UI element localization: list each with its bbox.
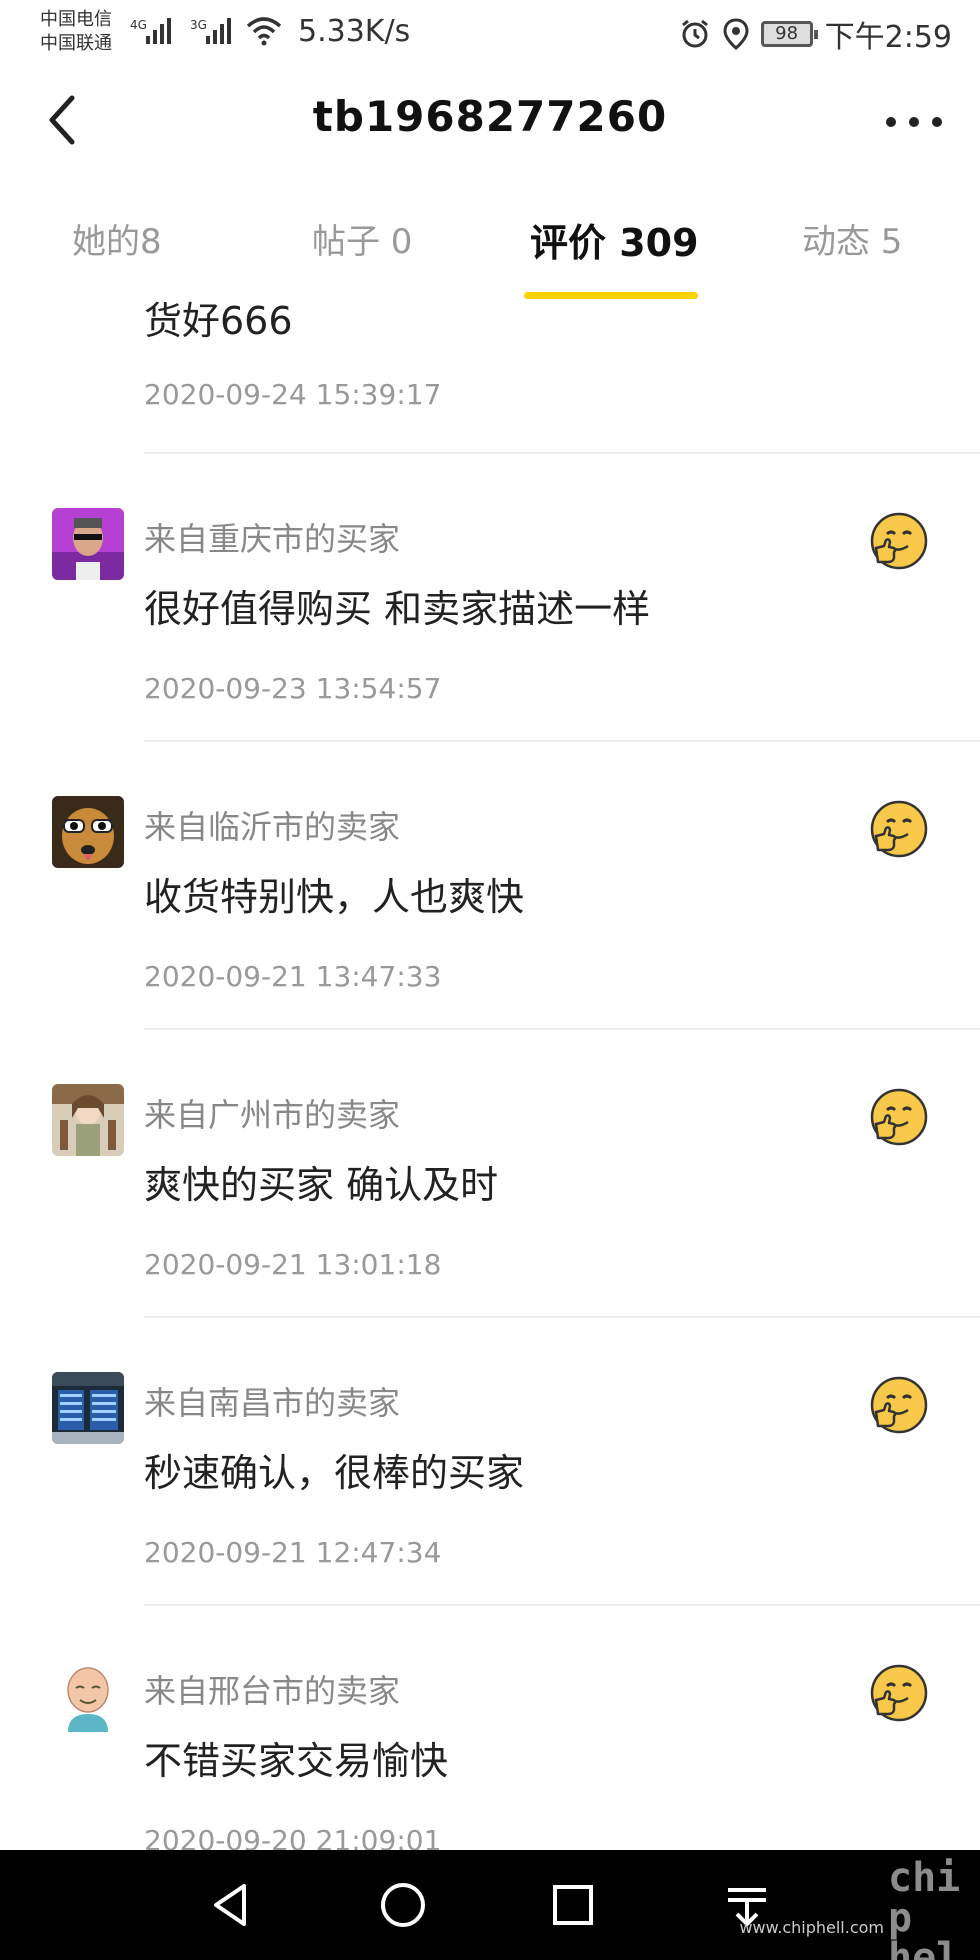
list-item: 来自邢台市的卖家 不错买家交易愉快 2020-09-20 21:09:01 [0,1660,980,1850]
review-content: 很好值得购买 和卖家描述一样 [144,587,651,631]
wifi-icon [246,17,282,46]
list-item: 来自重庆市的买家 很好值得购买 和卖家描述一样 2020-09-23 13:54… [0,508,980,796]
square-recent-icon[interactable] [548,1880,598,1930]
divider [144,452,980,454]
carrier-names: 中国电信 中国联通 [40,8,112,56]
review-content: 不错买家交易愉快 [144,1739,449,1783]
reviewer-location: 来自临沂市的卖家 [144,808,401,846]
signal-type-2: 3G [190,18,207,32]
divider [144,1604,980,1606]
reviewer-location: 来自邢台市的卖家 [144,1672,401,1710]
carrier-1: 中国电信 [40,9,112,30]
tab-posts[interactable]: 帖子 0 [312,214,412,263]
review-date: 2020-09-20 21:09:01 [144,1824,442,1850]
app-header: tb1968277260 [0,66,980,170]
list-item: 来自临沂市的卖家 收货特别快，人也爽快 2020-09-21 13:47:33 [0,796,980,1084]
reviewer-location: 来自南昌市的卖家 [144,1384,401,1422]
divider [144,1316,980,1318]
clock: 下午2:59 [824,20,952,55]
list-item: 来自南昌市的卖家 秒速确认，很棒的买家 2020-09-21 12:47:34 [0,1372,980,1660]
tab-reviews[interactable]: 评价 309 [530,212,699,267]
system-nav-bar: chip hell www.chiphell.com [0,1850,980,1960]
reviewer-location: 来自广州市的卖家 [144,1096,401,1134]
avatar[interactable] [52,1660,124,1732]
more-dots-icon[interactable] [886,110,942,134]
reviewer-location: 来自重庆市的买家 [144,520,401,558]
review-date: 2020-09-21 12:47:34 [144,1536,442,1569]
circle-home-icon[interactable] [378,1880,428,1930]
page-title: tb1968277260 [312,92,668,141]
list-item: 货好666 2020-09-24 15:39:17 [0,290,980,452]
location-icon [723,18,749,50]
chiphell-watermark: chip hell [888,1855,961,1960]
review-date: 2020-09-21 13:01:18 [144,1248,442,1281]
alarm-icon [681,19,708,48]
divider [144,740,980,742]
avatar[interactable] [52,1372,124,1444]
review-content: 爽快的买家 确认及时 [144,1163,499,1207]
review-date: 2020-09-24 15:39:17 [144,378,442,411]
thumbs-up-emoji-icon [870,1376,928,1434]
network-speed: 5.33K/s [298,14,411,49]
review-content: 收货特别快，人也爽快 [144,875,525,919]
carrier-2: 中国联通 [40,33,112,54]
tab-activity[interactable]: 动态 5 [802,214,902,263]
divider [144,1028,980,1030]
battery-indicator: 98 [760,21,818,47]
signal-bars-2-icon [206,14,231,44]
avatar[interactable] [52,796,124,868]
tab-hers[interactable]: 她的8 [72,214,162,263]
avatar[interactable] [52,1084,124,1156]
thumbs-up-emoji-icon [870,1664,928,1722]
status-right: 98 下午2:59 [679,12,952,56]
review-list[interactable]: 货好666 2020-09-24 15:39:17 来自重庆市的买家 很好值得购… [0,290,980,1850]
signal-type-1: 4G [130,18,147,32]
triangle-back-icon[interactable] [206,1880,256,1930]
thumbs-up-emoji-icon [870,1088,928,1146]
list-item: 来自广州市的卖家 爽快的买家 确认及时 2020-09-21 13:01:18 [0,1084,980,1372]
review-date: 2020-09-21 13:47:33 [144,960,442,993]
thumbs-up-emoji-icon [870,512,928,570]
avatar[interactable] [52,508,124,580]
signal-bars-1-icon [146,14,171,44]
review-content: 货好666 [144,299,293,343]
thumbs-up-emoji-icon [870,800,928,858]
review-content: 秒速确认，很棒的买家 [144,1451,525,1495]
watermark-url: www.chiphell.com [739,1918,884,1937]
status-bar: 中国电信 中国联通 4G 3G 5.33K/s 98 下午2:59 [0,0,980,66]
review-date: 2020-09-23 13:54:57 [144,672,442,705]
